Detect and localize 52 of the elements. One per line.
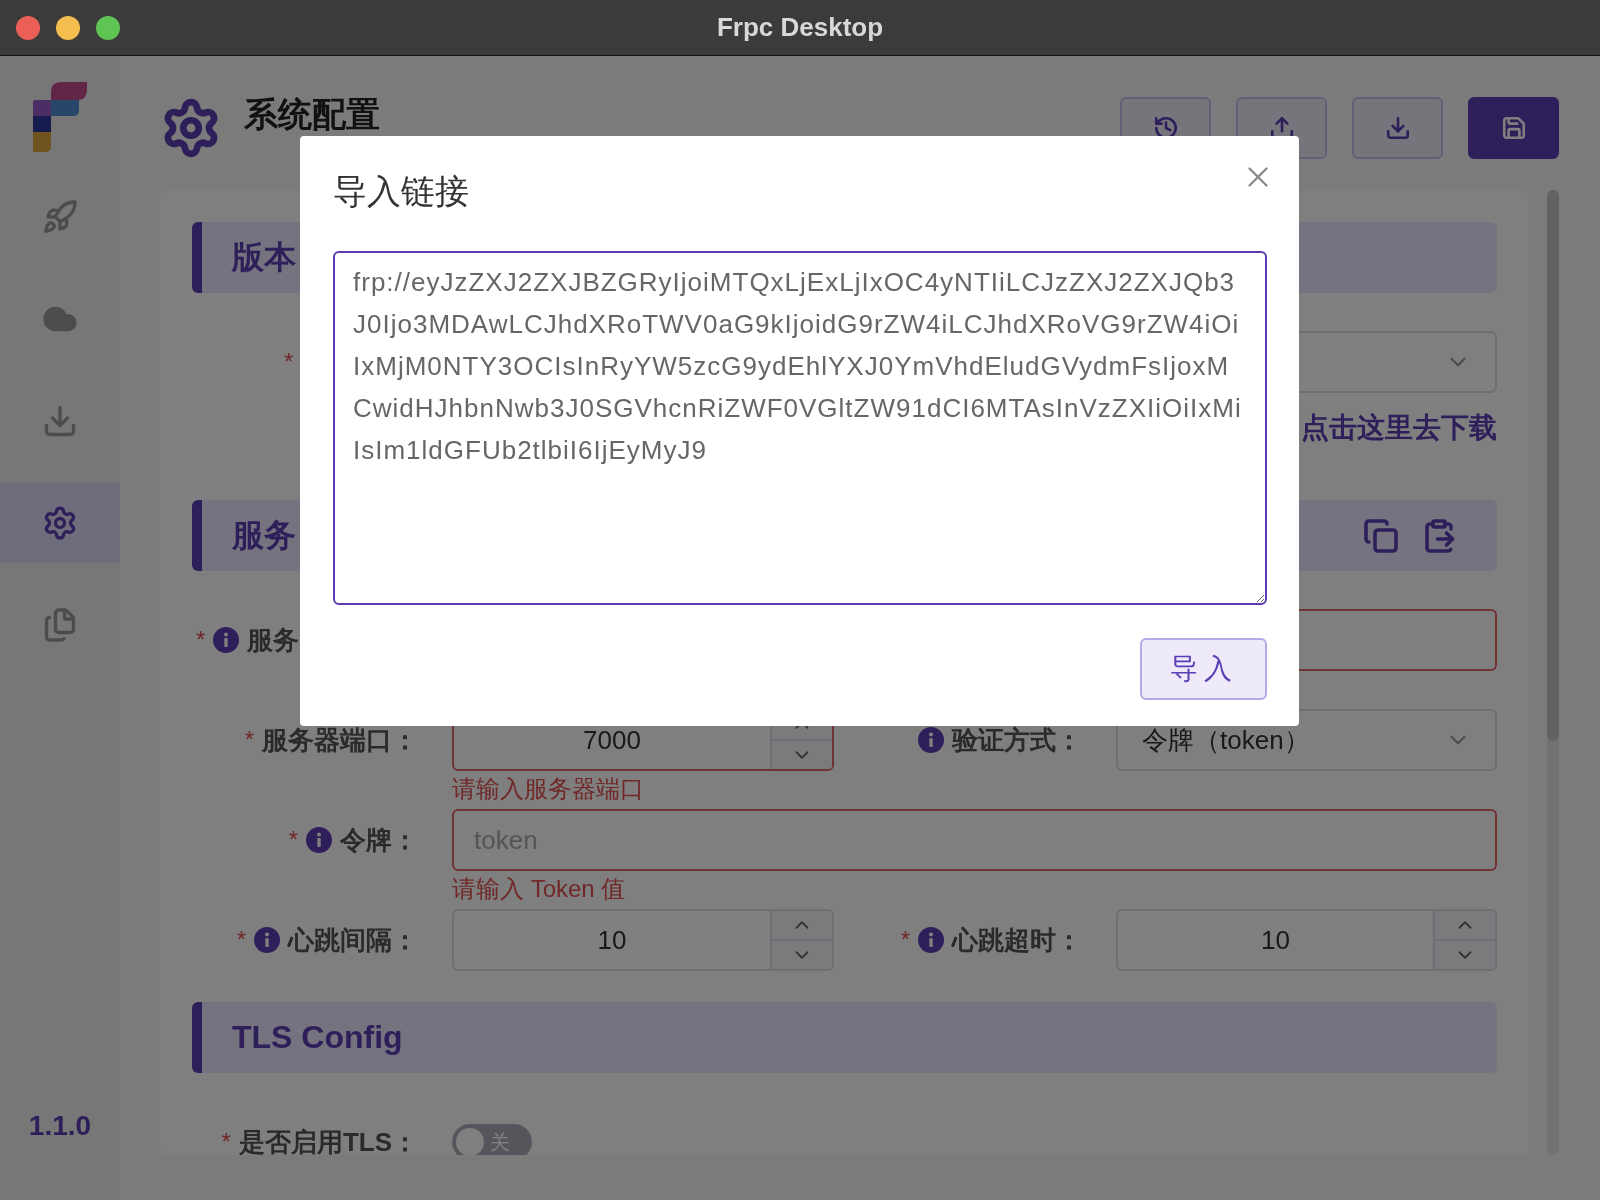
version-label: 1.1.0 — [28, 1110, 92, 1142]
minimize-window-button[interactable] — [56, 16, 80, 40]
field-label: 令牌： — [340, 823, 418, 857]
page-title: 系统配置 — [244, 94, 381, 135]
field-value: 7000 — [582, 724, 642, 756]
section-title: TLS Config — [232, 1019, 404, 1056]
field-value: 10 — [596, 924, 628, 956]
settings-icon — [42, 505, 78, 541]
rocket-icon — [42, 199, 78, 235]
section-title: 版本 — [232, 237, 297, 277]
download-button[interactable] — [1352, 97, 1443, 159]
field-value: 令牌（token） — [1141, 723, 1311, 757]
app-logo — [33, 82, 87, 152]
field-label: 心跳间隔： — [288, 923, 418, 957]
field-label: 是否启用TLS： — [238, 1125, 418, 1155]
field-label: 服务 — [247, 623, 300, 657]
required-mark: * — [284, 348, 294, 376]
field-label: 验证方式： — [952, 723, 1082, 757]
increment-button[interactable] — [1435, 911, 1495, 939]
files-icon — [42, 607, 78, 643]
required-mark: * — [236, 926, 246, 954]
required-mark: * — [288, 826, 298, 854]
window-title: Frpc Desktop — [716, 12, 884, 43]
download-icon — [1384, 115, 1411, 141]
decrement-button[interactable] — [772, 739, 832, 769]
sidebar-item[interactable] — [0, 483, 120, 563]
required-mark: * — [244, 726, 254, 754]
increment-button[interactable] — [772, 911, 832, 939]
field-label: 服务器端口： — [262, 723, 418, 757]
close-window-button[interactable] — [16, 16, 40, 40]
number-field[interactable]: 10 — [452, 909, 834, 971]
download-icon — [42, 403, 78, 439]
link-input-field[interactable]: frp://eyJzZXJ2ZXJBZGRyIjoiMTQxLjExLjIxOC4yNTIiLCJzZXJ2ZXJQb3J0Ijo3MDAwLCJhdXRoTWV0aG9kIjoidG9rZW4iLCJhdXRoVG9rZW4iOiIxMjM0NTY3OCIsInRyYW5zcG9ydEhlYXJ0YmVhdEludGVydmFsIjoxMCwidHJhbnNwb3J0SGVhcnRiZWF0VGltZW91dCI6MTAsInVzZXIiOiIxMiIsIm1ldGFUb2tlbiI6IjEyMyJ9 — [333, 251, 1267, 605]
required-mark: * — [221, 1128, 231, 1155]
field-value: 10 — [1260, 924, 1291, 956]
error-message: 请输入服务器端口 — [452, 774, 644, 804]
download-link[interactable]: 点击这里去下载 — [1301, 409, 1497, 447]
decrement-button[interactable] — [1435, 939, 1495, 969]
scrollbar[interactable] — [1547, 190, 1559, 1155]
decrement-button[interactable] — [772, 939, 832, 969]
required-mark: * — [900, 926, 910, 954]
field-label: 心跳超时： — [952, 923, 1082, 957]
dialog-title: 导入链接 — [333, 171, 469, 212]
save-icon — [1500, 115, 1527, 141]
required-mark: * — [196, 626, 206, 654]
error-message: 请输入 Token 值 — [452, 874, 626, 904]
import-button[interactable]: 导入 — [1140, 638, 1267, 700]
save-button[interactable] — [1468, 97, 1559, 159]
copy-icon — [1363, 517, 1399, 554]
section-title: 服务 — [232, 515, 297, 555]
maximize-window-button[interactable] — [96, 16, 120, 40]
number-field[interactable]: 10 — [1116, 909, 1497, 971]
